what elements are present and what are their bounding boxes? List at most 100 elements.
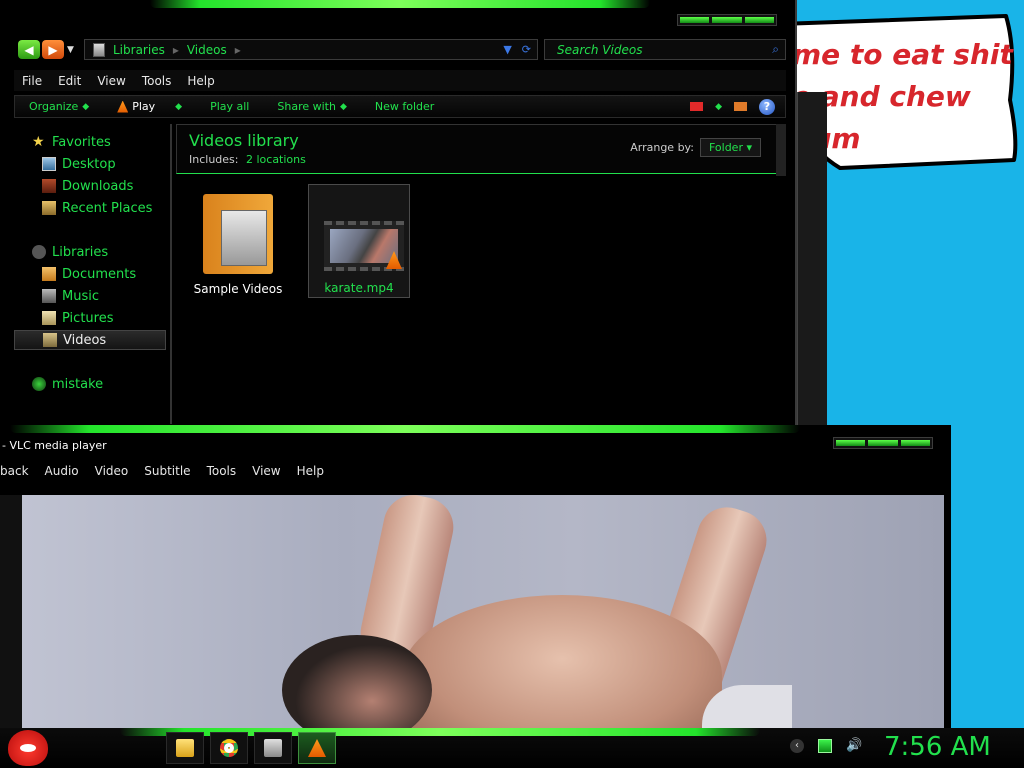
menu-help[interactable]: Help [179, 74, 222, 88]
menu-help[interactable]: Help [289, 464, 332, 478]
menu-audio[interactable]: Audio [37, 464, 87, 478]
start-button-icon[interactable] [8, 730, 48, 766]
dropdown-dot-icon: ◆ [339, 101, 347, 112]
tray-expand-icon[interactable]: ‹ [790, 739, 804, 753]
navigation-pane: ★ Favorites Desktop Downloads Recent Pla… [14, 124, 170, 424]
menu-view[interactable]: View [89, 74, 133, 88]
minimize-button[interactable] [836, 440, 866, 446]
minimize-button[interactable] [680, 17, 710, 23]
breadcrumb-videos[interactable]: Videos [187, 43, 227, 57]
window-controls[interactable] [833, 437, 933, 449]
new-folder-button[interactable]: New folder [361, 100, 448, 113]
maximize-button[interactable] [868, 440, 898, 446]
search-input[interactable]: Search Videos ⌕ [544, 39, 786, 60]
breadcrumb-separator-icon: ▸ [172, 42, 179, 57]
address-dropdown-icon[interactable]: ▼ [503, 43, 511, 56]
close-button[interactable] [900, 440, 930, 446]
breadcrumb-separator-icon: ▸ [234, 42, 241, 57]
nav-favorites[interactable]: ★ Favorites [14, 132, 166, 152]
nav-documents-label: Documents [62, 266, 137, 282]
vlc-menu-bar: back Audio Video Subtitle Tools View Hel… [0, 461, 332, 481]
search-icon[interactable]: ⌕ [772, 42, 779, 57]
nav-recent-places-label: Recent Places [62, 200, 153, 216]
menu-video[interactable]: Video [87, 464, 137, 478]
music-icon [42, 289, 56, 303]
libraries-icon [32, 245, 46, 259]
close-button[interactable] [744, 17, 774, 23]
back-button[interactable]: ◀ [18, 40, 40, 59]
task-paint[interactable] [254, 732, 292, 764]
preview-pane-icon[interactable] [734, 102, 747, 111]
nav-recent-places[interactable]: Recent Places [14, 198, 166, 218]
explorer-window[interactable]: ◀ ▶ ▼ Libraries ▸ Videos ▸ ▼ ⟳ Search Vi… [0, 0, 797, 425]
vlc-window[interactable]: - VLC media player back Audio Video Subt… [0, 425, 951, 728]
file-sample-videos[interactable]: Sample Videos [188, 188, 288, 296]
menu-tools[interactable]: Tools [199, 464, 245, 478]
share-with-button[interactable]: Share with ◆ [263, 100, 361, 113]
breadcrumb-libraries[interactable]: Libraries [113, 43, 165, 57]
menu-tools[interactable]: Tools [134, 74, 180, 88]
nav-videos-label: Videos [63, 332, 107, 348]
scrollbar[interactable] [776, 124, 786, 176]
refresh-icon[interactable]: ⟳ [522, 43, 531, 56]
menu-edit[interactable]: Edit [50, 74, 89, 88]
nav-downloads-label: Downloads [62, 178, 134, 194]
pane-divider[interactable] [170, 124, 172, 424]
background-window-edge [797, 92, 827, 425]
task-vlc[interactable] [298, 732, 336, 764]
dropdown-dot-icon: ◆ [82, 101, 90, 112]
includes-label: Includes: [189, 153, 239, 166]
nav-downloads[interactable]: Downloads [14, 176, 166, 196]
chevron-down-icon: ▾ [746, 141, 752, 154]
star-icon: ★ [32, 134, 45, 150]
downloads-icon [42, 179, 56, 193]
window-controls[interactable] [677, 14, 777, 26]
arrange-dropdown[interactable]: Folder ▾ [699, 138, 761, 157]
new-folder-label: New folder [374, 100, 435, 113]
video-frame[interactable] [22, 495, 944, 728]
volume-icon[interactable]: 🔊 [846, 739, 862, 753]
nav-documents[interactable]: Documents [14, 264, 166, 284]
menu-subtitle[interactable]: Subtitle [136, 464, 198, 478]
menu-bar: File Edit View Tools Help [14, 70, 786, 91]
menu-file[interactable]: File [14, 74, 50, 88]
play-label: Play [132, 100, 156, 113]
task-chrome[interactable] [210, 732, 248, 764]
change-view-icon[interactable] [690, 102, 704, 111]
nav-music[interactable]: Music [14, 286, 166, 306]
dropdown-dot-icon[interactable]: ◆ [715, 102, 722, 112]
task-explorer[interactable] [166, 732, 204, 764]
recent-pages-dropdown-icon[interactable]: ▼ [67, 45, 74, 59]
includes-locations-link[interactable]: 2 locations [246, 153, 306, 166]
vlc-cone-icon [117, 100, 129, 113]
system-tray: ‹ 🔊 [790, 739, 862, 753]
search-placeholder: Search Videos [557, 42, 643, 57]
address-tail: ▼ ⟳ [503, 43, 537, 56]
play-all-button[interactable]: Play all [196, 100, 263, 113]
video-thumbnail-icon [314, 185, 404, 271]
desktop-icon [42, 157, 56, 171]
organize-label: Organize [29, 100, 79, 113]
folder-icon [193, 188, 283, 274]
nav-videos[interactable]: Videos [14, 330, 166, 350]
help-icon[interactable]: ? [759, 98, 775, 115]
maximize-button[interactable] [712, 17, 742, 23]
nav-mistake-label: mistake [52, 376, 104, 392]
play-button[interactable]: Play ◆ [103, 100, 196, 113]
forward-button[interactable]: ▶ [42, 40, 64, 59]
address-bar[interactable]: Libraries ▸ Videos ▸ ▼ ⟳ [84, 39, 538, 60]
share-with-label: Share with [277, 100, 336, 113]
menu-playback[interactable]: back [0, 464, 37, 478]
nav-favorites-label: Favorites [52, 134, 111, 150]
clock[interactable]: 7:56 AM [884, 732, 991, 762]
menu-view[interactable]: View [244, 464, 288, 478]
nav-libraries[interactable]: Libraries [14, 242, 166, 262]
documents-icon [42, 267, 56, 281]
library-title: Videos library [189, 131, 299, 150]
nav-desktop[interactable]: Desktop [14, 154, 166, 174]
file-karate-mp4[interactable]: karate.mp4 [308, 184, 410, 298]
nav-pictures[interactable]: Pictures [14, 308, 166, 328]
organize-button[interactable]: Organize ◆ [15, 100, 103, 113]
nav-mistake[interactable]: mistake [14, 374, 166, 394]
network-icon[interactable] [818, 739, 832, 753]
